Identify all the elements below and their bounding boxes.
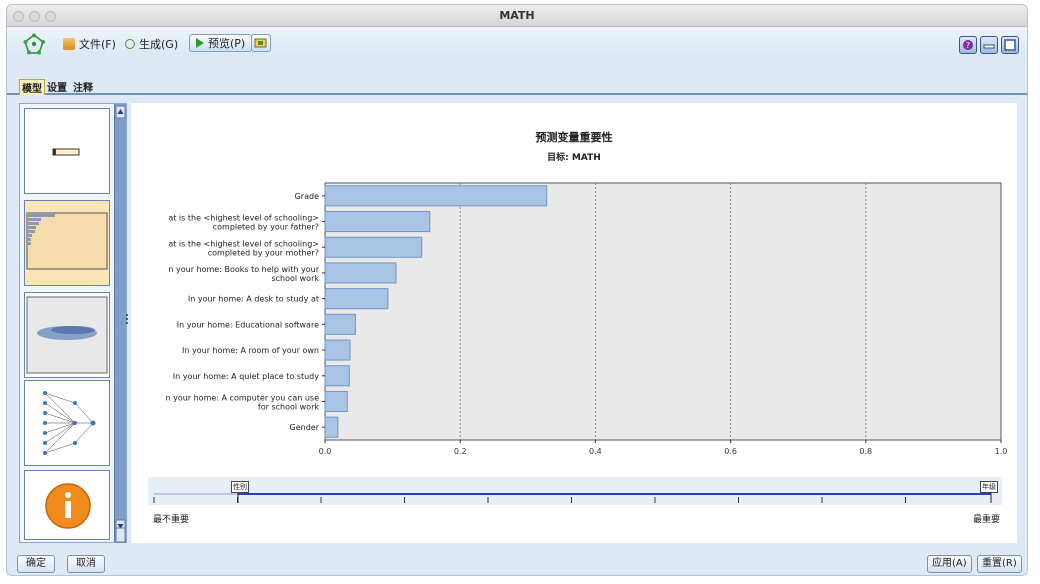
reset-button[interactable]: 重置(R) [977,555,1022,573]
generate-icon [125,39,135,49]
sidebar-splitter-handle[interactable] [125,305,129,335]
tab-model-label: 模型 [22,84,42,95]
category-label: In your home: A quiet place to study [173,372,320,381]
category-label: Gender [290,423,320,432]
title-bar: MATH [7,5,1027,27]
node-icon [254,38,267,48]
tab-settings-label: 设置 [47,83,67,94]
tab-settings[interactable]: 设置 [45,79,69,95]
importance-bar [324,236,423,258]
slider-max-label: 最重要 [972,515,1000,525]
slider-handle-right-label[interactable]: 年级 [980,481,998,493]
x-tick-label: 0.6 [724,447,737,456]
importance-slider: 性别 年级 最不重要 最重要 [148,477,1002,527]
x-tick-label: 0.8 [859,447,872,456]
network-thumbnail-icon [43,391,96,455]
maximize-panel-button[interactable] [1001,36,1019,54]
app-window: MATH 文件(F) 生成(G) 预览(P) ? 模型 设置 注释 预测变量重要… [6,4,1028,576]
cancel-button[interactable]: 取消 [67,555,105,573]
thumbnail-model-info[interactable] [24,470,110,540]
category-label: In your home: Educational software [177,320,319,329]
cancel-button-label: 取消 [76,558,96,569]
thumbnail-network-diagram[interactable] [24,380,110,466]
tab-bar: 模型 设置 注释 [7,57,1027,95]
minimize-panel-button[interactable] [980,36,998,54]
category-label: n your home: Books to help with your scho… [168,265,319,283]
category-label: In your home: A room of your own [182,346,319,355]
toolbar: 文件(F) 生成(G) 预览(P) ? [7,27,1027,57]
play-icon [196,38,204,48]
apply-button-label: 应用(A) [932,558,967,569]
tab-model[interactable]: 模型 [19,79,45,95]
importance-bar [324,288,389,310]
category-label: Grade [295,192,319,201]
importance-bar [324,339,351,361]
info-icon [45,483,91,529]
svg-text:?: ? [966,41,970,50]
file-icon [63,38,75,50]
thumbnail-model-summary[interactable] [24,108,110,194]
x-tick-label: 0.4 [589,447,602,456]
slider-handle-left-label[interactable]: 性别 [231,481,249,493]
tab-annotations-label: 注释 [73,83,93,94]
help-icon: ? [963,40,973,50]
ok-button[interactable]: 确定 [17,555,55,573]
preview-button[interactable]: 预览(P) [189,34,253,52]
category-label: at is the <highest level of schooling> co… [168,214,319,232]
summary-thumbnail-icon [52,148,80,156]
importance-bar [324,365,350,387]
category-label: at is the <highest level of schooling> co… [168,239,319,257]
thumbnail-predictor-importance[interactable] [24,200,110,286]
model-nugget-icon [23,33,45,55]
importance-bar [324,185,548,207]
tab-annotations[interactable]: 注释 [71,79,95,95]
help-button[interactable]: ? [959,36,977,54]
dialog-button-bar: 确定 取消 应用(A) 重置(R) [7,547,1027,575]
importance-bar-chart: 0.0 0.2 0.4 0.6 0.8 1.0 Grade at is the <highes… [165,182,1008,456]
generate-node-button[interactable] [251,34,271,52]
menu-file[interactable]: 文件(F) [63,36,116,52]
menu-file-label: 文件(F) [79,38,116,51]
slider-ticks [153,489,992,503]
thumbnail-scatter-plot[interactable] [24,292,110,378]
preview-label: 预览(P) [208,37,246,50]
importance-bar [324,416,339,438]
importance-bar [324,211,431,233]
scatter-thumbnail-icon [26,296,108,374]
importance-bar [324,390,348,412]
ok-button-label: 确定 [26,558,46,569]
importance-bar [324,313,356,335]
importance-bar [324,262,397,284]
x-tick-label: 0.2 [454,447,467,456]
reset-button-label: 重置(R) [982,558,1017,569]
category-label: In your home: A desk to study at [188,295,319,304]
apply-button[interactable]: 应用(A) [927,555,972,573]
importance-thumbnail-icon [26,212,108,270]
category-label: n your home: A computer you can use for s… [165,393,319,411]
window-title: MATH [499,9,535,22]
x-tick-label: 0.0 [319,447,332,456]
menu-generate-label: 生成(G) [139,38,179,51]
x-tick-label: 1.0 [995,447,1008,456]
minimize-icon [983,44,995,49]
slider-min-label: 最不重要 [153,515,190,525]
view-thumbnail-sidebar [19,103,127,543]
maximize-icon [1004,39,1016,51]
menu-generate[interactable]: 生成(G) [125,36,178,52]
chart-panel: 预测变量重要性 目标: MATH 0.0 0.2 0.4 0.6 0.8 1.0 Grade… [131,103,1017,543]
